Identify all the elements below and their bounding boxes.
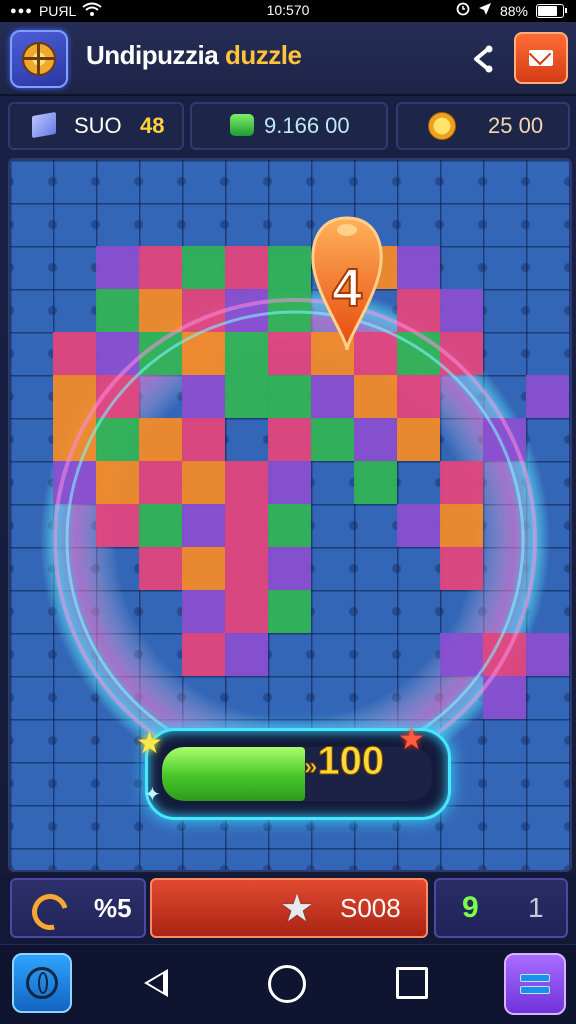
game-title: Undipuzzia duzzle [86,40,302,71]
recent-apps-icon[interactable] [396,967,428,999]
resource-cubes-label: SUO [74,113,122,138]
progress-text: »100 [303,739,385,784]
cube-icon [32,111,56,139]
progress-fill [162,747,306,801]
green-gem-icon [230,114,254,136]
progress-track [162,747,432,801]
resource-gems-value: 9.166 00 [264,113,350,138]
progress-label: 100 [317,739,385,784]
world-button[interactable] [12,953,72,1013]
battery-icon [536,3,567,18]
hint-button[interactable]: %5 [10,878,146,938]
play-value: S008 [340,892,401,923]
menu-bar-icon [520,974,550,982]
alarm-icon [456,2,470,19]
play-button[interactable]: ★ S008 [150,878,428,938]
star-right-icon: ★ [398,722,425,757]
game-title-part2: duzzle [224,40,302,70]
resource-cubes[interactable]: SUO 48 [8,102,184,150]
resource-coins-value: 25 00 [488,113,544,138]
level-marker-number: 4 [332,258,362,318]
resource-coins[interactable]: 25 00 [396,102,570,150]
menu-button[interactable] [504,953,566,1015]
resource-bar: SUO 48 9.166 00 25 00 [0,96,576,154]
resource-gems[interactable]: 9.166 00 [190,102,388,150]
star-left-icon: ★ [136,726,163,761]
location-arrow-icon [478,2,492,19]
score-value-1: 9 [462,891,479,924]
game-screen: ●●● PUЯL 10:570 88% Undipuzzia duzzle SU… [0,0,576,1024]
back-icon[interactable] [144,969,168,997]
sparkle-icon: ✦ [144,782,161,806]
menu-bar-icon [520,986,550,994]
status-bar: ●●● PUЯL 10:570 88% [0,0,576,22]
status-right: 88% [456,2,567,19]
bottom-bar: %5 ★ S008 9 1 [0,874,576,944]
battery-level [538,5,558,16]
star-icon: ★ [280,888,315,930]
progress-prefix: » [303,753,318,781]
resource-cubes-value: 48 [140,113,165,138]
globe-icon [26,967,58,999]
top-header: Undipuzzia duzzle [0,22,576,96]
navigation-bar [0,944,576,1024]
gold-coin-icon [428,112,456,140]
puzzle-wheel-icon [22,42,56,76]
mail-button[interactable] [514,32,568,84]
home-icon[interactable] [268,965,306,1003]
mail-icon [529,50,553,66]
share-icon [474,45,493,73]
profile-button[interactable] [10,30,68,88]
refresh-ring-icon [25,887,75,937]
hint-value: %5 [94,892,132,923]
game-title-part1: Undipuzzia [86,40,219,70]
share-button[interactable] [466,42,500,76]
battery-percent: 88% [499,2,528,19]
score-value-2: 1 [528,892,544,923]
score-panel[interactable]: 9 1 [434,878,568,938]
